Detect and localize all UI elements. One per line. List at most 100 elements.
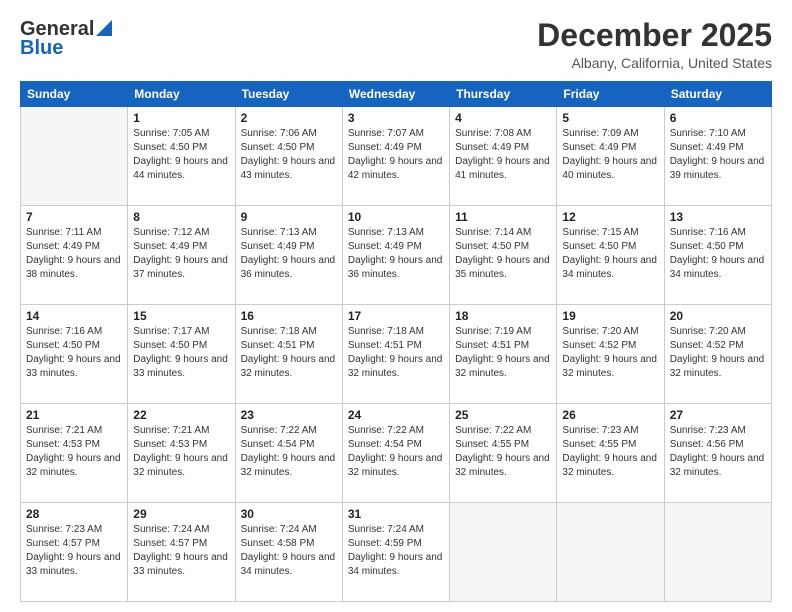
calendar-cell: 31 Sunrise: 7:24 AMSunset: 4:59 PMDayligh… xyxy=(342,503,449,602)
week-row-3: 14 Sunrise: 7:16 AMSunset: 4:50 PMDayligh… xyxy=(21,305,772,404)
calendar-cell: 28Sunrise: 7:23 AMSunset: 4:57 PMDayligh… xyxy=(21,503,128,602)
day-info: Sunrise: 7:07 AMSunset: 4:49 PMDaylight:… xyxy=(348,127,444,183)
day-number: 18 xyxy=(455,309,551,323)
day-number: 26 xyxy=(562,408,658,422)
day-info: Sunrise: 7:22 AMSunset: 4:54 PMDaylight:… xyxy=(241,424,337,480)
day-number: 14 xyxy=(26,309,122,323)
calendar-cell: 10 Sunrise: 7:13 AMSunset: 4:49 PMDayligh… xyxy=(342,206,449,305)
calendar-cell: 7 Sunrise: 7:11 AMSunset: 4:49 PMDaylight… xyxy=(21,206,128,305)
col-friday: Friday xyxy=(557,82,664,107)
col-wednesday: Wednesday xyxy=(342,82,449,107)
day-info: Sunrise: 7:22 AMSunset: 4:55 PMDaylight:… xyxy=(455,424,551,480)
day-number: 7 xyxy=(26,210,122,224)
day-info: Sunrise: 7:05 AMSunset: 4:50 PMDaylight:… xyxy=(133,127,229,183)
calendar-cell: 15 Sunrise: 7:17 AMSunset: 4:50 PMDayligh… xyxy=(128,305,235,404)
calendar-cell: 20Sunrise: 7:20 AMSunset: 4:52 PMDayligh… xyxy=(664,305,771,404)
day-number: 29 xyxy=(133,507,229,521)
calendar-cell xyxy=(557,503,664,602)
header: General Blue December 2025 Albany, Calif… xyxy=(20,18,772,71)
calendar-cell: 14 Sunrise: 7:16 AMSunset: 4:50 PMDayligh… xyxy=(21,305,128,404)
day-number: 17 xyxy=(348,309,444,323)
day-info: Sunrise: 7:24 AMSunset: 4:57 PMDaylight:… xyxy=(133,523,229,579)
day-info: Sunrise: 7:10 AMSunset: 4:49 PMDaylight:… xyxy=(670,127,766,183)
day-info: Sunrise: 7:12 AMSunset: 4:49 PMDaylight:… xyxy=(133,226,229,282)
day-number: 2 xyxy=(241,111,337,125)
col-tuesday: Tuesday xyxy=(235,82,342,107)
calendar-cell: 22 Sunrise: 7:21 AMSunset: 4:53 PMDayligh… xyxy=(128,404,235,503)
calendar-cell: 4 Sunrise: 7:08 AMSunset: 4:49 PMDaylight… xyxy=(450,107,557,206)
month-title: December 2025 xyxy=(537,18,772,53)
day-number: 13 xyxy=(670,210,766,224)
day-number: 3 xyxy=(348,111,444,125)
logo-triangle-icon xyxy=(96,20,112,36)
calendar-cell: 29 Sunrise: 7:24 AMSunset: 4:57 PMDayligh… xyxy=(128,503,235,602)
day-number: 21 xyxy=(26,408,122,422)
day-info: Sunrise: 7:22 AMSunset: 4:54 PMDaylight:… xyxy=(348,424,444,480)
calendar-cell: 17Sunrise: 7:18 AMSunset: 4:51 PMDayligh… xyxy=(342,305,449,404)
calendar-cell: 23 Sunrise: 7:22 AMSunset: 4:54 PMDayligh… xyxy=(235,404,342,503)
calendar-cell: 11Sunrise: 7:14 AMSunset: 4:50 PMDayligh… xyxy=(450,206,557,305)
day-info: Sunrise: 7:24 AMSunset: 4:59 PMDaylight:… xyxy=(348,523,444,579)
day-info: Sunrise: 7:24 AMSunset: 4:58 PMDaylight:… xyxy=(241,523,337,579)
day-info: Sunrise: 7:09 AMSunset: 4:49 PMDaylight:… xyxy=(562,127,658,183)
day-number: 24 xyxy=(348,408,444,422)
calendar-table: Sunday Monday Tuesday Wednesday Thursday… xyxy=(20,81,772,602)
day-info: Sunrise: 7:21 AMSunset: 4:53 PMDaylight:… xyxy=(133,424,229,480)
day-number: 28 xyxy=(26,507,122,521)
calendar-cell: 5 Sunrise: 7:09 AMSunset: 4:49 PMDaylight… xyxy=(557,107,664,206)
day-number: 9 xyxy=(241,210,337,224)
calendar-cell xyxy=(450,503,557,602)
calendar-cell: 21Sunrise: 7:21 AMSunset: 4:53 PMDayligh… xyxy=(21,404,128,503)
calendar-cell: 26 Sunrise: 7:23 AMSunset: 4:55 PMDayligh… xyxy=(557,404,664,503)
day-number: 5 xyxy=(562,111,658,125)
logo-blue-text: Blue xyxy=(20,37,63,60)
day-info: Sunrise: 7:17 AMSunset: 4:50 PMDaylight:… xyxy=(133,325,229,381)
day-number: 15 xyxy=(133,309,229,323)
day-number: 25 xyxy=(455,408,551,422)
day-number: 11 xyxy=(455,210,551,224)
calendar-cell: 12Sunrise: 7:15 AMSunset: 4:50 PMDayligh… xyxy=(557,206,664,305)
day-number: 31 xyxy=(348,507,444,521)
calendar-cell xyxy=(664,503,771,602)
title-block: December 2025 Albany, California, United… xyxy=(537,18,772,71)
calendar-cell: 30Sunrise: 7:24 AMSunset: 4:58 PMDayligh… xyxy=(235,503,342,602)
day-number: 27 xyxy=(670,408,766,422)
day-info: Sunrise: 7:13 AMSunset: 4:49 PMDaylight:… xyxy=(241,226,337,282)
calendar-cell: 27Sunrise: 7:23 AMSunset: 4:56 PMDayligh… xyxy=(664,404,771,503)
week-row-1: 1 Sunrise: 7:05 AMSunset: 4:50 PMDaylight… xyxy=(21,107,772,206)
day-number: 16 xyxy=(241,309,337,323)
calendar-cell: 24 Sunrise: 7:22 AMSunset: 4:54 PMDayligh… xyxy=(342,404,449,503)
location: Albany, California, United States xyxy=(537,55,772,71)
day-number: 4 xyxy=(455,111,551,125)
day-info: Sunrise: 7:08 AMSunset: 4:49 PMDaylight:… xyxy=(455,127,551,183)
day-info: Sunrise: 7:11 AMSunset: 4:49 PMDaylight:… xyxy=(26,226,122,282)
day-number: 6 xyxy=(670,111,766,125)
day-info: Sunrise: 7:16 AMSunset: 4:50 PMDaylight:… xyxy=(26,325,122,381)
day-info: Sunrise: 7:06 AMSunset: 4:50 PMDaylight:… xyxy=(241,127,337,183)
day-info: Sunrise: 7:19 AMSunset: 4:51 PMDaylight:… xyxy=(455,325,551,381)
week-row-4: 21 Sunrise: 7:21 AMSunset: 4:53 PMDayligh… xyxy=(21,404,772,503)
calendar-cell: 6 Sunrise: 7:10 AMSunset: 4:49 PMDaylight… xyxy=(664,107,771,206)
day-number: 20 xyxy=(670,309,766,323)
page: General Blue December 2025 Albany, Calif… xyxy=(0,0,792,612)
week-row-2: 7 Sunrise: 7:11 AMSunset: 4:49 PMDaylight… xyxy=(21,206,772,305)
day-info: Sunrise: 7:18 AMSunset: 4:51 PMDaylight:… xyxy=(241,325,337,381)
day-number: 8 xyxy=(133,210,229,224)
day-number: 10 xyxy=(348,210,444,224)
col-monday: Monday xyxy=(128,82,235,107)
day-info: Sunrise: 7:13 AMSunset: 4:49 PMDaylight:… xyxy=(348,226,444,282)
calendar-cell: 13 Sunrise: 7:16 AMSunset: 4:50 PMDayligh… xyxy=(664,206,771,305)
calendar-cell: 25 Sunrise: 7:22 AMSunset: 4:55 PMDayligh… xyxy=(450,404,557,503)
day-number: 19 xyxy=(562,309,658,323)
calendar-cell: 19Sunrise: 7:20 AMSunset: 4:52 PMDayligh… xyxy=(557,305,664,404)
calendar-cell: 8 Sunrise: 7:12 AMSunset: 4:49 PMDaylight… xyxy=(128,206,235,305)
day-number: 12 xyxy=(562,210,658,224)
calendar-cell: 2 Sunrise: 7:06 AMSunset: 4:50 PMDaylight… xyxy=(235,107,342,206)
day-info: Sunrise: 7:23 AMSunset: 4:55 PMDaylight:… xyxy=(562,424,658,480)
logo: General Blue xyxy=(20,18,112,60)
day-number: 23 xyxy=(241,408,337,422)
day-info: Sunrise: 7:16 AMSunset: 4:50 PMDaylight:… xyxy=(670,226,766,282)
day-number: 1 xyxy=(133,111,229,125)
calendar-cell: 3 Sunrise: 7:07 AMSunset: 4:49 PMDaylight… xyxy=(342,107,449,206)
day-number: 22 xyxy=(133,408,229,422)
